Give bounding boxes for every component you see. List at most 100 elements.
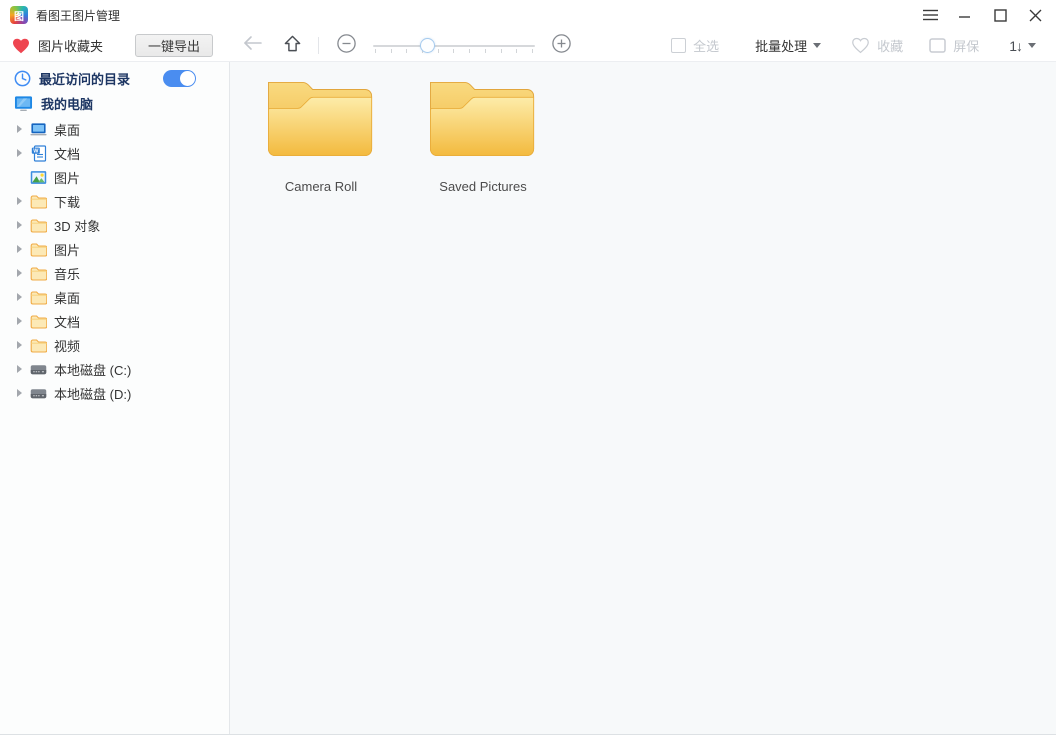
folder-icon <box>30 265 47 282</box>
folder-name: Camera Roll <box>285 179 357 194</box>
tree-item-label: 文档 <box>54 144 80 163</box>
chevron-right-icon[interactable] <box>17 389 22 397</box>
tree-item-label: 本地磁盘 (C:) <box>54 360 131 379</box>
tree-item-label: 3D 对象 <box>54 216 100 235</box>
tree-item-label: 文档 <box>54 312 80 331</box>
chevron-right-icon[interactable] <box>17 269 22 277</box>
chevron-right-icon[interactable] <box>17 197 22 205</box>
computer-icon <box>14 95 33 113</box>
folder-large-icon <box>422 74 544 164</box>
tree-item-desktop-folder[interactable]: 桌面 <box>0 285 229 309</box>
disk-icon <box>30 361 47 378</box>
folder-name: Saved Pictures <box>439 179 526 194</box>
disk-icon <box>30 385 47 402</box>
toolbar: 图片收藏夹 一键导出 全选 批量处理 <box>0 30 1056 62</box>
select-all-label: 全选 <box>693 36 719 55</box>
window-title: 看图王图片管理 <box>36 7 120 24</box>
tree-item-music[interactable]: 音乐 <box>0 261 229 285</box>
recent-dirs-toggle[interactable] <box>163 70 196 87</box>
zoom-slider-ticks <box>375 49 533 53</box>
my-computer-label: 我的电脑 <box>41 94 93 113</box>
select-all-control[interactable]: 全选 <box>671 36 719 55</box>
close-icon[interactable] <box>1026 6 1044 24</box>
folder-large-icon <box>260 74 382 164</box>
chevron-right-icon[interactable] <box>17 293 22 301</box>
app-logo-icon: 图 <box>10 6 28 24</box>
chevron-right-icon[interactable] <box>17 365 22 373</box>
zoom-slider-track[interactable] <box>373 45 535 47</box>
tree-item-label: 桌面 <box>54 120 80 139</box>
tree-item-downloads[interactable]: 下载 <box>0 189 229 213</box>
clock-icon <box>14 70 31 87</box>
tree-item-label: 桌面 <box>54 288 80 307</box>
tree-item-label: 图片 <box>54 240 80 259</box>
tree-item-3d-objects[interactable]: 3D 对象 <box>0 213 229 237</box>
chevron-down-icon <box>1028 43 1036 48</box>
chevron-right-icon[interactable] <box>17 317 22 325</box>
svg-text:W: W <box>33 148 39 154</box>
collect-button[interactable]: 收藏 <box>851 36 903 55</box>
heart-outline-icon <box>851 37 870 54</box>
zoom-out-icon[interactable] <box>337 34 356 58</box>
favorites-heart-icon <box>12 38 30 54</box>
folder-tile[interactable]: Camera Roll <box>240 74 402 194</box>
export-button[interactable]: 一键导出 <box>135 34 213 57</box>
folder-tile[interactable]: Saved Pictures <box>402 74 564 194</box>
tree-item-disk-c[interactable]: 本地磁盘 (C:) <box>0 357 229 381</box>
folder-icon <box>30 337 47 354</box>
folder-grid: Camera Roll Saved Pictures <box>230 62 1056 734</box>
maximize-icon[interactable] <box>991 6 1009 24</box>
chevron-right-icon[interactable] <box>17 149 22 157</box>
select-all-checkbox[interactable] <box>671 38 686 53</box>
zoom-in-icon[interactable] <box>552 34 571 58</box>
app-window: 图 看图王图片管理 图片收藏夹 一键导出 <box>0 0 1056 739</box>
collect-label: 收藏 <box>877 36 903 55</box>
zoom-slider[interactable] <box>373 36 535 56</box>
folder-icon <box>30 217 47 234</box>
window-bottom-edge <box>0 735 1056 738</box>
folder-icon <box>30 313 47 330</box>
folder-icon <box>30 193 47 210</box>
chevron-down-icon <box>813 43 821 48</box>
tree-item-label: 视频 <box>54 336 80 355</box>
tree-item-label: 本地磁盘 (D:) <box>54 384 131 403</box>
batch-process-dropdown[interactable]: 批量处理 <box>755 36 821 55</box>
document-icon: W <box>30 145 47 162</box>
tree-item-desktop[interactable]: 桌面 <box>0 117 229 141</box>
my-computer-row[interactable]: 我的电脑 <box>0 91 229 116</box>
zoom-slider-handle[interactable] <box>420 38 435 53</box>
chevron-right-icon[interactable] <box>17 221 22 229</box>
toolbar-divider <box>318 37 319 54</box>
tree-item-videos[interactable]: 视频 <box>0 333 229 357</box>
home-icon[interactable] <box>283 34 302 58</box>
chevron-right-icon[interactable] <box>17 125 22 133</box>
tree-item-documents[interactable]: W 文档 <box>0 141 229 165</box>
tree-item-documents-folder[interactable]: 文档 <box>0 309 229 333</box>
recent-dirs-row[interactable]: 最近访问的目录 <box>0 66 229 91</box>
screen-outline-icon <box>929 38 946 53</box>
tree-item-disk-d[interactable]: 本地磁盘 (D:) <box>0 381 229 405</box>
tree-item-label: 音乐 <box>54 264 80 283</box>
batch-process-label: 批量处理 <box>755 36 807 55</box>
tree-item-pictures-folder[interactable]: 图片 <box>0 237 229 261</box>
sidebar: 最近访问的目录 我的电脑 <box>0 62 230 734</box>
menu-icon[interactable] <box>921 6 939 24</box>
sort-icon: 1↓ <box>1009 38 1022 54</box>
back-arrow-icon[interactable] <box>243 35 262 56</box>
chevron-right-icon[interactable] <box>17 245 22 253</box>
tree-item-label: 下载 <box>54 192 80 211</box>
tree-item-pictures[interactable]: 图片 <box>0 165 229 189</box>
sort-dropdown[interactable]: 1↓ <box>1009 38 1036 54</box>
desktop-icon <box>30 121 47 138</box>
chevron-right-icon[interactable] <box>17 341 22 349</box>
screensaver-label: 屏保 <box>953 36 979 55</box>
screensaver-button[interactable]: 屏保 <box>929 36 979 55</box>
tree-item-label: 图片 <box>54 168 80 187</box>
title-bar: 图 看图王图片管理 <box>0 0 1056 30</box>
picture-icon <box>30 169 47 186</box>
favorites-heading: 图片收藏夹 <box>38 36 103 55</box>
folder-icon <box>30 289 47 306</box>
recent-dirs-label: 最近访问的目录 <box>39 69 130 88</box>
minimize-icon[interactable] <box>956 6 974 24</box>
folder-icon <box>30 241 47 258</box>
